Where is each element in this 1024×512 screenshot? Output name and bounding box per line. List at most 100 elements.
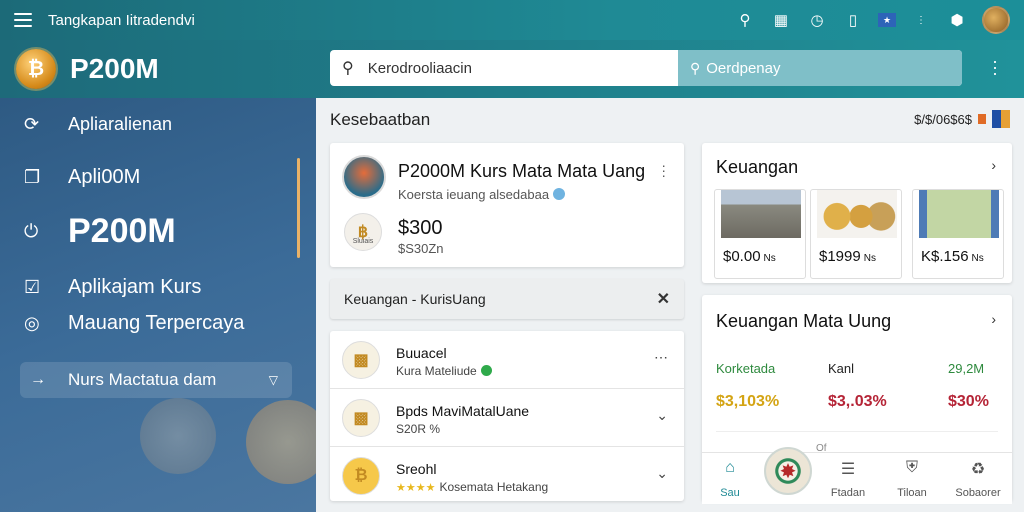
more-vertical-icon[interactable]: · · · [661,158,666,182]
more-horizontal-icon[interactable]: ⋯ [654,349,668,366]
sidebar-item-label: Apliaralienan [68,114,173,134]
rating-stars-icon: ★★★★ [396,482,436,494]
nav-item-recycle[interactable]: ♻ Sobaorer [950,459,1006,499]
search-icon: ⚲ [690,59,701,76]
currency-list: ▩ Buuacel Kura Mateliude ⋯ ▩ Bpds MaviMa… [330,331,684,501]
rate-value: $30% [948,393,989,410]
rate-label: Kanl [828,361,855,376]
rate-value: $3,.03% [828,393,887,410]
rate-label: Korketada [716,361,776,376]
bitcoin-logo-icon: ₿ [16,49,56,89]
nav-item-shield[interactable]: ⛨ Tiloan [884,459,940,499]
featured-price: $300 [398,217,443,239]
top-icons: ⚲ ▦ ◷ ▯ ★ ⋮ ⬢ [734,6,1010,34]
nav-label: Sau [720,487,740,499]
avatar[interactable] [982,6,1010,34]
thumb-value: $1999 Ns [819,248,876,265]
search-secondary-button[interactable]: ⚲ Oerdpenay [678,50,962,86]
divider [716,431,998,432]
sidebar-item-2[interactable]: ❐ Apli00M [24,166,140,189]
sidebar-item-4[interactable]: ☑ Aplikajam Kurs [24,276,201,299]
chart-icon[interactable]: ▯ [842,9,864,31]
check-icon: ☑ [24,277,41,297]
flag-icon[interactable]: ★ [878,13,896,27]
app-title: Tangkapan Iitradendvi [48,11,195,29]
filter-label: Keuangan - KurisUang [344,291,486,307]
list-item[interactable]: ▩ Bpds MaviMatalUane S20R % ⌄ [330,389,684,447]
search-bar[interactable]: ⚲ Kerodrooliaacin ⚲ Oerdpenay [330,50,962,86]
nav-label: Tiloan [897,487,927,499]
list-item-subtitle: Kura Mateliude [396,364,492,378]
thumb-card[interactable]: $0.00 Ns [714,189,806,279]
decorative-coin [140,398,216,474]
exchange-rates-title: Keuangan Mata Uung [716,311,892,331]
list-item[interactable]: ▩ Buuacel Kura Mateliude ⋯ [330,331,684,389]
sidebar-item-3[interactable]: ⏻ P200M [24,212,176,251]
list-item-subtitle: S20R % [396,422,441,436]
building-image [721,190,801,238]
search-text: Kerodrooliaacin [367,59,472,77]
rate-label: 29,2M [948,361,985,376]
search-input[interactable]: ⚲ Kerodrooliaacin [330,50,678,86]
compass-fab-icon[interactable]: ✸ [764,447,812,495]
list-item-subtitle: ★★★★ Kosemata Hetakang [396,480,549,494]
chevron-right-icon[interactable]: › [991,311,996,327]
timer-icon[interactable]: ◷ [806,9,828,31]
finance-card-title: Keuangan [716,157,799,177]
coin-stack-icon: ▩ [342,341,380,379]
nav-label: Sobaorer [955,487,1001,499]
search-icon[interactable]: ⚲ [734,9,756,31]
top-bar: Tangkapan Iitradendvi ⚲ ▦ ◷ ▯ ★ ⋮ ⬢ [0,0,1024,40]
shield-icon: ⛨ [905,459,918,476]
search-icon: ⚲ [342,60,354,77]
verified-icon [553,188,566,200]
coin-stack-icon: ▩ [342,399,380,437]
sidebar-item-label: Mauang Terpercaya [68,312,245,334]
rate-value: $3,103% [716,393,780,410]
more-vertical-icon[interactable]: · · · [992,52,998,82]
featured-logo-icon [342,155,386,199]
featured-card[interactable]: P2000M Kurs Mata Mata Uang Koersta ieuan… [330,143,684,267]
chevron-down-icon: ▽ [268,373,278,387]
list-icon: ☰ [840,461,856,478]
thumb-value: K$.156 Ns [921,248,984,265]
finance-card[interactable]: Keuangan › $0.00 Ns $1999 Ns K$.156 Ns [702,143,1012,283]
more-icon[interactable]: ⋮ [910,9,932,31]
thumb-card[interactable]: $1999 Ns [810,189,902,279]
recycle-icon: ♻ [970,461,986,478]
thumb-value: $0.00 Ns [723,248,776,265]
meta-text: $/$/06$6$ [914,111,972,127]
chevron-down-icon[interactable]: ⌄ [656,407,668,424]
featured-subtitle: Koersta ieuang alsedabaa [398,187,566,202]
gallery-icon[interactable]: ▦ [770,9,792,31]
bitcoin-icon: ₿ [342,457,380,495]
sidebar-item-label: P200M [68,212,176,250]
sidebar-scrollbar[interactable] [297,158,300,258]
thumb-card[interactable]: K$.156 Ns [912,189,1004,279]
home-icon: ⌂ [725,459,735,476]
section-heading: Kesebaatban [330,110,431,129]
featured-price-sub: $S30Zn [398,241,444,256]
featured-title: P2000M Kurs Mata Mata Uang [398,161,646,181]
menu-icon[interactable] [14,13,32,27]
filter-bar[interactable]: Keuangan - KurisUang ✕ [330,279,684,319]
gold-coins-image [817,190,897,238]
nav-item-home[interactable]: ⌂ Sau [702,459,758,499]
nav-item-list[interactable]: ☰ Ftadan [820,459,876,499]
sidebar-item-active[interactable]: → Nurs Mactatua dam ▽ [20,362,292,398]
banknote-image [919,190,999,238]
shield-icon[interactable]: ⬢ [946,9,968,31]
flag-icon [978,114,986,124]
list-item-title: Sreohl [396,461,437,477]
sidebar-item-1[interactable]: ⟳ Apliaralienan [24,114,172,135]
sidebar-item-5[interactable]: ◎ Mauang Terpercaya [24,312,244,335]
brand-header: ₿ P200M ⚲ Kerodrooliaacin ⚲ Oerdpenay · ·… [0,40,1024,98]
copy-icon: ❐ [24,167,41,187]
chevron-right-icon[interactable]: › [991,157,996,173]
list-item-title: Bpds MaviMatalUane [396,403,530,419]
close-icon[interactable]: ✕ [657,289,670,309]
bottom-nav: ⌂ Sau ✸ ☰ Ftadan ⛨ Tiloan ♻ Sobaorer [702,447,1012,504]
list-item[interactable]: ₿ Sreohl ★★★★ Kosemata Hetakang ⌄ [330,447,684,505]
chart-icon [992,110,1010,128]
chevron-down-icon[interactable]: ⌄ [656,465,668,482]
